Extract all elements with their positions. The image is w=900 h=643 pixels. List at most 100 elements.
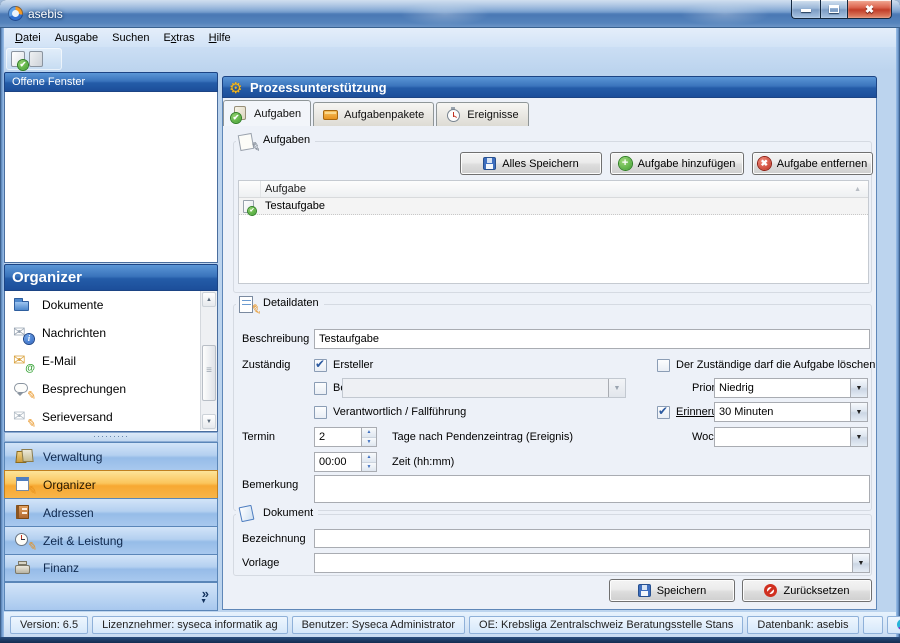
bemerkung-label: Bemerkung — [242, 479, 299, 491]
zustaendig-label: Zuständig — [242, 359, 291, 371]
details-group: ✎ Detaildaten Beschreibung Zuständig Ers… — [233, 293, 875, 511]
bezeichnung-input[interactable] — [314, 529, 870, 548]
save-all-button[interactable]: Alles Speichern — [460, 152, 602, 175]
sidebar-section-finanz[interactable]: Finanz — [4, 554, 218, 582]
loeschen-checkbox[interactable]: Der Zuständige darf die Aufgabe löschen — [657, 355, 875, 375]
beschreibung-input[interactable] — [314, 329, 870, 349]
remove-task-button[interactable]: ✖ Aufgabe entfernen — [752, 152, 873, 175]
stopwatch-icon — [446, 107, 462, 122]
sidebar-scrollbar[interactable]: ▲ ▼ — [200, 291, 217, 430]
sidebar-group-header: Organizer — [4, 264, 218, 291]
open-windows-header: Offene Fenster — [4, 72, 218, 92]
scroll-down-icon[interactable]: ▼ — [202, 414, 216, 429]
tasks-table: Aufgabe ▲ ✔ Testaufgabe — [238, 180, 869, 284]
tab-aufgaben[interactable]: ✔ Aufgaben — [223, 100, 312, 126]
menu-suchen[interactable]: Suchen — [105, 30, 156, 46]
ersteller-label: Ersteller — [333, 359, 374, 371]
sidebar-item-besprechungen[interactable]: ✎ Besprechungen — [5, 375, 217, 403]
status-empty-segment — [862, 615, 883, 634]
verantwortlich-label: Verantwortlich / Fallführung — [333, 406, 467, 418]
dropdown-arrow-icon[interactable]: ▼ — [850, 403, 867, 421]
glass-reflection — [680, 2, 770, 26]
save-icon — [483, 157, 497, 170]
check-badge-icon: ✔ — [18, 60, 28, 70]
scroll-up-icon[interactable]: ▲ — [202, 292, 216, 307]
vorlage-combobox[interactable]: ▼ — [314, 553, 870, 573]
table-row[interactable]: ✔ Testaufgabe — [239, 198, 868, 215]
termin-zeit-input[interactable] — [314, 452, 362, 472]
close-button[interactable]: ✖ — [847, 0, 892, 19]
details-group-title: Detaildaten — [258, 296, 324, 311]
termin-tage-input[interactable] — [314, 427, 362, 447]
menu-extras[interactable]: Extras — [156, 30, 201, 46]
minimize-icon — [801, 9, 811, 12]
chevron-down-icon[interactable]: ▼ — [200, 598, 207, 605]
maximize-button[interactable] — [820, 0, 847, 19]
sidebar: Offene Fenster Organizer Dokumente ✉ i Na… — [4, 71, 218, 612]
sidebar-section-adressen[interactable]: Adressen — [4, 498, 218, 526]
sidebar-splitter[interactable]: ········· — [4, 432, 218, 442]
prioritaet-value: Niedrig — [719, 382, 754, 394]
termin-tage-spinner[interactable]: ▲▼ — [314, 427, 377, 447]
dropdown-arrow-icon[interactable]: ▼ — [852, 554, 869, 572]
tab-aufgabenpakete[interactable]: Aufgabenpakete — [313, 102, 435, 126]
titlebar[interactable]: asebis ✖ — [0, 0, 900, 28]
prioritaet-combobox[interactable]: Niedrig ▼ — [714, 378, 868, 398]
termin-zeit-spinner[interactable]: ▲▼ — [314, 452, 377, 472]
vorlage-value — [315, 554, 852, 572]
spinner-buttons[interactable]: ▲ ▼ — [362, 427, 377, 447]
status-version: Version: 6.5 — [10, 615, 89, 634]
add-task-button[interactable]: + Aufgabe hinzufügen — [610, 152, 744, 175]
syseca-logo-icon — [896, 619, 900, 630]
menu-ausgabe[interactable]: Ausgabe — [48, 30, 105, 46]
page-toolbar-icon[interactable] — [29, 51, 43, 67]
document-group-title: Dokument — [258, 506, 319, 521]
sidebar-item-nachrichten[interactable]: ✉ i Nachrichten — [5, 319, 217, 347]
task-check-toolbar-icon[interactable]: ✔ — [11, 51, 28, 70]
notepad-icon: ✎ — [14, 476, 38, 498]
verantwortlich-checkbox[interactable]: Verantwortlich / Fallführung — [314, 402, 466, 422]
status-copyright: (c) syseca informatik ag — [886, 615, 900, 634]
sidebar-section-verwaltung[interactable]: Verwaltung — [4, 442, 218, 470]
window-title: asebis — [28, 7, 63, 21]
maximize-icon — [829, 5, 839, 13]
loeschen-label: Der Zuständige darf die Aufgabe löschen — [676, 359, 876, 371]
ersteller-checkbox[interactable]: Ersteller — [314, 355, 373, 375]
sidebar-item-email[interactable]: ✉ @ E-Mail — [5, 347, 217, 375]
spin-up-icon[interactable]: ▲ — [362, 453, 376, 463]
menubar: Datei Ausgabe Suchen Extras Hilfe — [4, 28, 896, 47]
wochentag-combobox[interactable]: ▼ — [714, 427, 868, 447]
dropdown-arrow-icon[interactable]: ▼ — [850, 428, 867, 446]
sidebar-section-organizer[interactable]: ✎ Organizer — [4, 470, 218, 498]
sidebar-section-zeit-leistung[interactable]: ✎ Zeit & Leistung — [4, 526, 218, 554]
scrollbar-thumb[interactable] — [202, 345, 216, 401]
tab-ereignisse[interactable]: Ereignisse — [436, 102, 529, 126]
sidebar-overflow-bar[interactable]: » ▼ — [4, 582, 218, 611]
erinnerung-combobox[interactable]: 30 Minuten ▼ — [714, 402, 868, 422]
column-header-aufgabe: Aufgabe — [265, 183, 306, 195]
sidebar-item-label: Besprechungen — [42, 382, 127, 396]
save-label: Speichern — [656, 584, 707, 597]
spin-down-icon[interactable]: ▼ — [362, 462, 376, 471]
tab-label: Aufgabenpakete — [344, 108, 425, 121]
save-button[interactable]: Speichern — [609, 579, 735, 602]
reset-button[interactable]: Zurücksetzen — [742, 579, 872, 602]
spinner-buttons[interactable]: ▲ ▼ — [362, 452, 377, 472]
menu-datei[interactable]: Datei — [8, 30, 48, 46]
sidebar-item-serieversand[interactable]: ✉ ✎ Serieversand — [5, 403, 217, 431]
icon-column-header — [239, 181, 261, 197]
minimize-button[interactable] — [791, 0, 820, 19]
window-border-bottom — [0, 637, 900, 643]
add-task-label: Aufgabe hinzufügen — [637, 157, 736, 170]
bemerkung-textarea[interactable] — [314, 475, 870, 503]
section-label: Zeit & Leistung — [43, 533, 124, 548]
menu-hilfe[interactable]: Hilfe — [202, 30, 238, 46]
dropdown-arrow-icon[interactable]: ▼ — [850, 379, 867, 397]
table-header[interactable]: Aufgabe ▲ — [239, 181, 868, 198]
sidebar-item-dokumente[interactable]: Dokumente — [5, 291, 217, 319]
spin-up-icon[interactable]: ▲ — [362, 428, 376, 438]
open-windows-list[interactable] — [4, 92, 218, 263]
sort-ascending-icon[interactable]: ▲ — [854, 186, 861, 193]
spin-down-icon[interactable]: ▼ — [362, 437, 376, 446]
erinnerung-value: 30 Minuten — [719, 406, 774, 418]
